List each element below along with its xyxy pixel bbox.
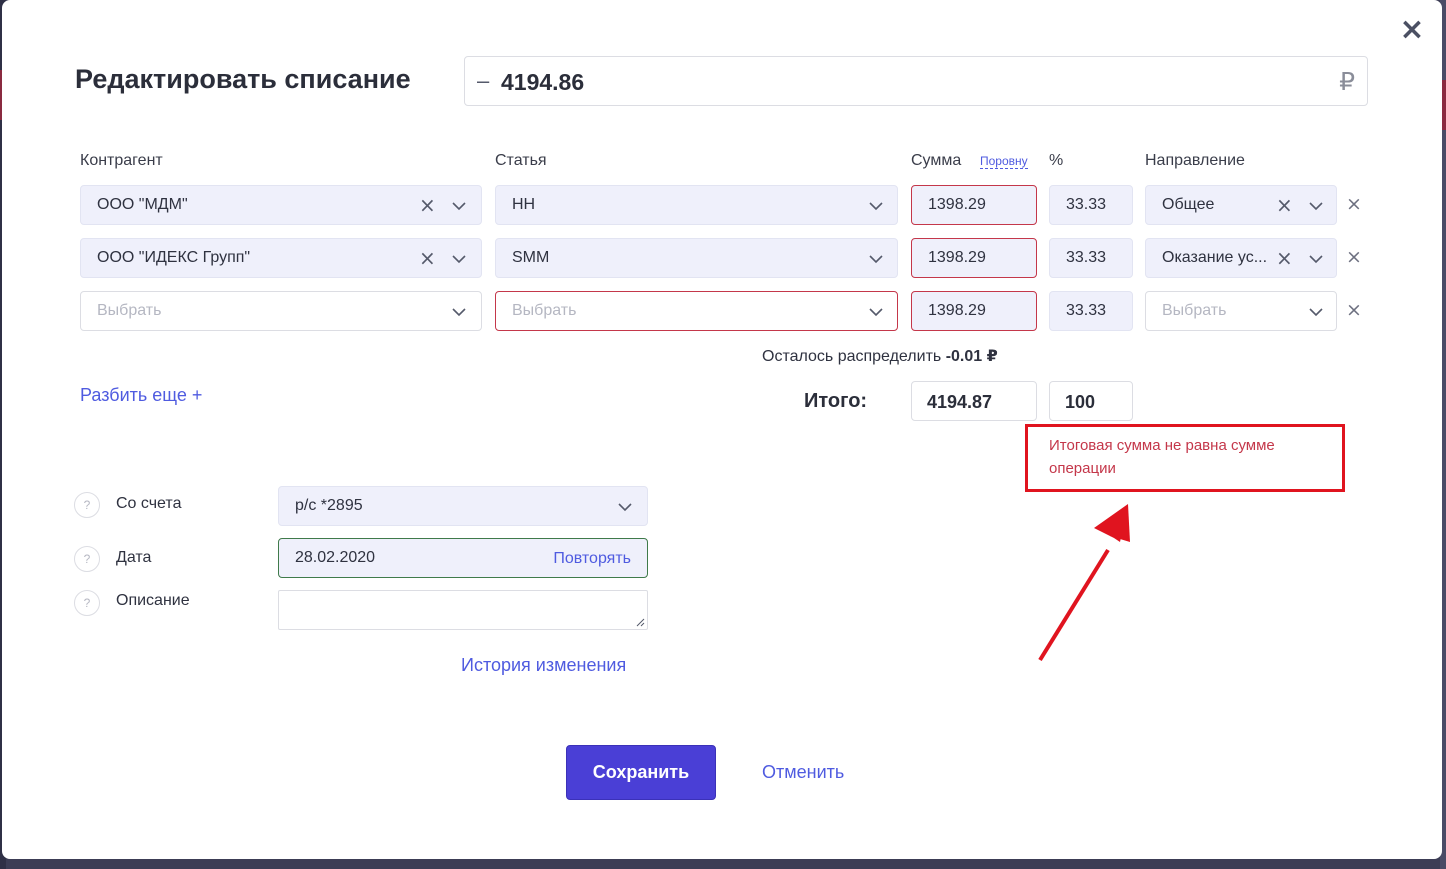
sum-value: 1398.29 xyxy=(928,302,986,319)
clear-x-icon[interactable]: × xyxy=(1276,193,1293,217)
percent-value: 33.33 xyxy=(1066,249,1107,266)
total-percent-value: 100 xyxy=(1065,392,1096,412)
split-more-link[interactable]: Разбить еще + xyxy=(80,385,202,406)
article-select[interactable]: Выбрать xyxy=(495,291,898,331)
repeat-link[interactable]: Повторять xyxy=(553,550,631,568)
counterparty-placeholder: Выбрать xyxy=(97,302,162,319)
dialog-title: Редактировать списание xyxy=(75,64,411,94)
help-icon[interactable]: ? xyxy=(74,492,100,518)
description-label: Описание xyxy=(116,592,190,609)
amount-input[interactable]: – 4194.86 ₽ xyxy=(464,56,1368,106)
column-counterparty: Контрагент xyxy=(80,152,163,169)
article-placeholder: Выбрать xyxy=(512,302,577,319)
total-sum-value: 4194.87 xyxy=(927,392,993,412)
direction-select[interactable]: Общее × xyxy=(1145,185,1337,225)
percent-input[interactable]: 33.33 xyxy=(1049,185,1133,225)
edit-writeoff-dialog: × Редактировать списание – 4194.86 ₽ Кон… xyxy=(2,0,1442,859)
remaining-value: -0.01 ₽ xyxy=(945,348,998,365)
date-input[interactable]: 28.02.2020 Повторять xyxy=(278,538,648,578)
annotation-arrow xyxy=(1038,504,1130,662)
date-label: Дата xyxy=(116,549,152,566)
equal-split-link[interactable]: Поровну xyxy=(980,155,1028,169)
chevron-down-icon[interactable] xyxy=(451,198,467,214)
close-icon[interactable]: × xyxy=(1398,15,1426,45)
amount-sign: – xyxy=(477,68,490,93)
remove-row-icon[interactable]: × xyxy=(1346,299,1362,321)
remaining-to-distribute: Осталось распределить -0.01 ₽ xyxy=(762,346,998,366)
counterparty-select[interactable]: ООО "МДМ" × xyxy=(80,185,482,225)
direction-value: Оказание ус... xyxy=(1162,249,1268,266)
chevron-down-icon[interactable] xyxy=(868,198,884,214)
account-select[interactable]: р/с *2895 xyxy=(278,486,648,526)
date-value: 28.02.2020 xyxy=(295,549,376,566)
remove-row-icon[interactable]: × xyxy=(1346,246,1362,268)
chevron-down-icon[interactable] xyxy=(1308,198,1324,214)
chevron-down-icon[interactable] xyxy=(868,251,884,267)
cancel-link[interactable]: Отменить xyxy=(762,762,844,783)
percent-value: 33.33 xyxy=(1066,302,1107,319)
chevron-down-icon[interactable] xyxy=(451,304,467,320)
chevron-down-icon[interactable] xyxy=(1308,304,1324,320)
article-select[interactable]: НН xyxy=(495,185,898,225)
column-sum: Сумма xyxy=(911,152,962,169)
article-select[interactable]: SMM xyxy=(495,238,898,278)
save-button[interactable]: Сохранить xyxy=(566,745,716,800)
counterparty-value: ООО "ИДЕКС Групп" xyxy=(97,249,251,266)
counterparty-value: ООО "МДМ" xyxy=(97,196,188,213)
column-article: Статья xyxy=(495,152,547,169)
percent-input[interactable]: 33.33 xyxy=(1049,238,1133,278)
account-value: р/с *2895 xyxy=(295,497,363,514)
sum-value: 1398.29 xyxy=(928,249,986,266)
clear-x-icon[interactable]: × xyxy=(419,193,436,217)
direction-placeholder: Выбрать xyxy=(1162,302,1227,319)
total-label: Итого: xyxy=(804,390,868,412)
account-label: Со счета xyxy=(116,495,182,512)
ruble-icon: ₽ xyxy=(1339,67,1355,96)
resize-grip-icon[interactable] xyxy=(635,617,645,627)
counterparty-select[interactable]: Выбрать xyxy=(80,291,482,331)
total-sum: 4194.87 xyxy=(911,381,1037,421)
description-textarea[interactable] xyxy=(278,590,648,630)
total-percent: 100 xyxy=(1049,381,1133,421)
counterparty-select[interactable]: ООО "ИДЕКС Групп" × xyxy=(80,238,482,278)
remaining-label: Осталось распределить xyxy=(762,348,942,365)
sum-value: 1398.29 xyxy=(928,196,986,213)
column-direction: Направление xyxy=(1145,152,1245,169)
article-value: SMM xyxy=(512,249,550,266)
sum-input[interactable]: 1398.29 xyxy=(911,238,1037,278)
help-icon[interactable]: ? xyxy=(74,546,100,572)
column-percent: % xyxy=(1049,152,1064,169)
chevron-down-icon[interactable] xyxy=(868,304,884,320)
percent-input[interactable]: 33.33 xyxy=(1049,291,1133,331)
chevron-down-icon[interactable] xyxy=(617,499,633,515)
remove-row-icon[interactable]: × xyxy=(1346,193,1362,215)
direction-select[interactable]: Оказание ус... × xyxy=(1145,238,1337,278)
sum-input[interactable]: 1398.29 xyxy=(911,291,1037,331)
annotation-highlight-box xyxy=(1025,424,1345,492)
clear-x-icon[interactable]: × xyxy=(419,246,436,270)
clear-x-icon[interactable]: × xyxy=(1276,246,1293,270)
change-history-link[interactable]: История изменения xyxy=(461,655,626,676)
amount-value: 4194.86 xyxy=(501,69,585,95)
chevron-down-icon[interactable] xyxy=(1308,251,1324,267)
percent-value: 33.33 xyxy=(1066,196,1107,213)
help-icon[interactable]: ? xyxy=(74,590,100,616)
direction-value: Общее xyxy=(1162,196,1215,213)
direction-select[interactable]: Выбрать xyxy=(1145,291,1337,331)
article-value: НН xyxy=(512,196,536,213)
chevron-down-icon[interactable] xyxy=(451,251,467,267)
sum-input[interactable]: 1398.29 xyxy=(911,185,1037,225)
